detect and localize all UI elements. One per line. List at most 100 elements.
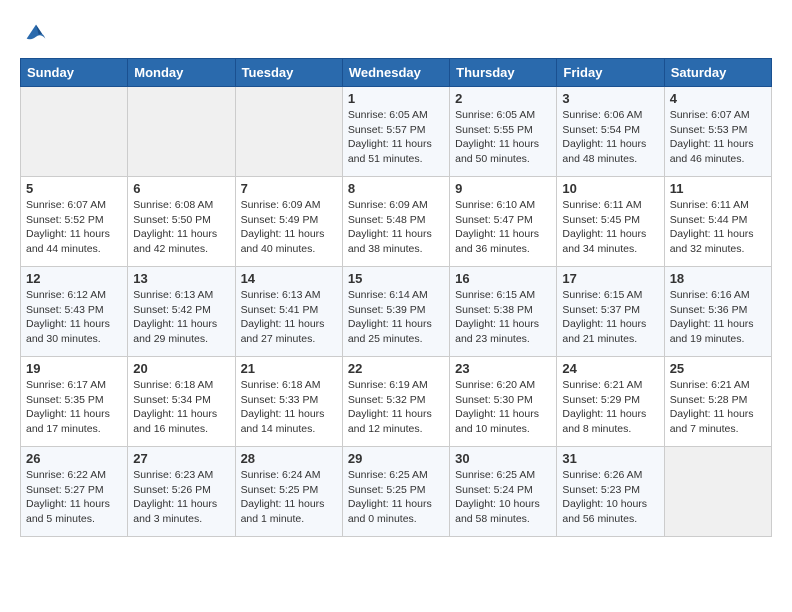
calendar-cell: 10 Sunrise: 6:11 AM Sunset: 5:45 PM Dayli…: [557, 177, 664, 267]
day-number: 28: [241, 451, 337, 466]
calendar-cell: 11Sunrise: 6:11 AM Sunset: 5:44 PM Dayli…: [664, 177, 771, 267]
day-info: Sunrise: 6:07 AM Sunset: 5:52 PM Dayligh…: [26, 198, 122, 257]
day-info: Sunrise: 6:26 AM Sunset: 5:23 PM Dayligh…: [562, 468, 658, 527]
calendar-cell: 3Sunrise: 6:06 AM Sunset: 5:54 PM Daylig…: [557, 87, 664, 177]
day-number: 24: [562, 361, 658, 376]
weekday-header-friday: Friday: [557, 59, 664, 87]
day-number: 20: [133, 361, 229, 376]
calendar-cell: 22 Sunrise: 6:19 AM Sunset: 5:32 PM Dayli…: [342, 357, 449, 447]
calendar-cell: 28 Sunrise: 6:24 AM Sunset: 5:25 PM Dayli…: [235, 447, 342, 537]
calendar-cell: 18 Sunrise: 6:16 AM Sunset: 5:36 PM Dayli…: [664, 267, 771, 357]
day-info: Sunrise: 6:15 AM Sunset: 5:37 PM Dayligh…: [562, 288, 658, 347]
day-info: Sunrise: 6:11 AM Sunset: 5:45 PM Dayligh…: [562, 198, 658, 257]
calendar-cell: 4 Sunrise: 6:07 AM Sunset: 5:53 PM Daylig…: [664, 87, 771, 177]
weekday-header-thursday: Thursday: [450, 59, 557, 87]
day-info: Sunrise: 6:12 AM Sunset: 5:43 PM Dayligh…: [26, 288, 122, 347]
day-number: 25: [670, 361, 766, 376]
weekday-header-tuesday: Tuesday: [235, 59, 342, 87]
calendar-cell: 29 Sunrise: 6:25 AM Sunset: 5:25 PM Dayli…: [342, 447, 449, 537]
day-info: Sunrise: 6:25 AM Sunset: 5:24 PM Dayligh…: [455, 468, 551, 527]
calendar-cell: 20 Sunrise: 6:18 AM Sunset: 5:34 PM Dayli…: [128, 357, 235, 447]
day-info: Sunrise: 6:24 AM Sunset: 5:25 PM Dayligh…: [241, 468, 337, 527]
day-info: Sunrise: 6:10 AM Sunset: 5:47 PM Dayligh…: [455, 198, 551, 257]
calendar-cell: 23 Sunrise: 6:20 AM Sunset: 5:30 PM Dayli…: [450, 357, 557, 447]
day-number: 4: [670, 91, 766, 106]
calendar-cell: 17 Sunrise: 6:15 AM Sunset: 5:37 PM Dayli…: [557, 267, 664, 357]
calendar-cell: 31 Sunrise: 6:26 AM Sunset: 5:23 PM Dayli…: [557, 447, 664, 537]
calendar-cell: 19 Sunrise: 6:17 AM Sunset: 5:35 PM Dayli…: [21, 357, 128, 447]
page-header: [20, 20, 772, 48]
day-info: Sunrise: 6:15 AM Sunset: 5:38 PM Dayligh…: [455, 288, 551, 347]
calendar-cell: 7 Sunrise: 6:09 AM Sunset: 5:49 PM Daylig…: [235, 177, 342, 267]
day-number: 10: [562, 181, 658, 196]
day-number: 5: [26, 181, 122, 196]
calendar-table: SundayMondayTuesdayWednesdayThursdayFrid…: [20, 58, 772, 537]
day-number: 26: [26, 451, 122, 466]
weekday-header-wednesday: Wednesday: [342, 59, 449, 87]
day-number: 1: [348, 91, 444, 106]
calendar-cell: 16 Sunrise: 6:15 AM Sunset: 5:38 PM Dayli…: [450, 267, 557, 357]
day-number: 11: [670, 181, 766, 196]
day-info: Sunrise: 6:18 AM Sunset: 5:34 PM Dayligh…: [133, 378, 229, 437]
day-number: 30: [455, 451, 551, 466]
day-info: Sunrise: 6:20 AM Sunset: 5:30 PM Dayligh…: [455, 378, 551, 437]
day-number: 16: [455, 271, 551, 286]
calendar-cell: 9 Sunrise: 6:10 AM Sunset: 5:47 PM Daylig…: [450, 177, 557, 267]
calendar-cell: 21Sunrise: 6:18 AM Sunset: 5:33 PM Dayli…: [235, 357, 342, 447]
day-number: 7: [241, 181, 337, 196]
calendar-cell: [664, 447, 771, 537]
day-info: Sunrise: 6:08 AM Sunset: 5:50 PM Dayligh…: [133, 198, 229, 257]
calendar-cell: 12 Sunrise: 6:12 AM Sunset: 5:43 PM Dayli…: [21, 267, 128, 357]
day-number: 9: [455, 181, 551, 196]
day-info: Sunrise: 6:06 AM Sunset: 5:54 PM Dayligh…: [562, 108, 658, 167]
calendar-cell: 30 Sunrise: 6:25 AM Sunset: 5:24 PM Dayli…: [450, 447, 557, 537]
day-number: 15: [348, 271, 444, 286]
day-info: Sunrise: 6:13 AM Sunset: 5:41 PM Dayligh…: [241, 288, 337, 347]
day-info: Sunrise: 6:07 AM Sunset: 5:53 PM Dayligh…: [670, 108, 766, 167]
day-number: 13: [133, 271, 229, 286]
day-info: Sunrise: 6:14 AM Sunset: 5:39 PM Dayligh…: [348, 288, 444, 347]
day-number: 17: [562, 271, 658, 286]
logo: [20, 20, 50, 48]
day-number: 6: [133, 181, 229, 196]
calendar-cell: [128, 87, 235, 177]
day-number: 14: [241, 271, 337, 286]
calendar-cell: [21, 87, 128, 177]
day-info: Sunrise: 6:17 AM Sunset: 5:35 PM Dayligh…: [26, 378, 122, 437]
day-info: Sunrise: 6:19 AM Sunset: 5:32 PM Dayligh…: [348, 378, 444, 437]
day-info: Sunrise: 6:21 AM Sunset: 5:29 PM Dayligh…: [562, 378, 658, 437]
calendar-cell: 1 Sunrise: 6:05 AM Sunset: 5:57 PM Daylig…: [342, 87, 449, 177]
calendar-cell: 14 Sunrise: 6:13 AM Sunset: 5:41 PM Dayli…: [235, 267, 342, 357]
day-info: Sunrise: 6:21 AM Sunset: 5:28 PM Dayligh…: [670, 378, 766, 437]
calendar-cell: 27Sunrise: 6:23 AM Sunset: 5:26 PM Dayli…: [128, 447, 235, 537]
day-info: Sunrise: 6:23 AM Sunset: 5:26 PM Dayligh…: [133, 468, 229, 527]
day-number: 31: [562, 451, 658, 466]
day-number: 8: [348, 181, 444, 196]
day-number: 12: [26, 271, 122, 286]
day-number: 18: [670, 271, 766, 286]
day-number: 19: [26, 361, 122, 376]
calendar-cell: 13 Sunrise: 6:13 AM Sunset: 5:42 PM Dayli…: [128, 267, 235, 357]
day-number: 2: [455, 91, 551, 106]
day-info: Sunrise: 6:09 AM Sunset: 5:49 PM Dayligh…: [241, 198, 337, 257]
day-number: 22: [348, 361, 444, 376]
day-info: Sunrise: 6:05 AM Sunset: 5:55 PM Dayligh…: [455, 108, 551, 167]
calendar-cell: 26 Sunrise: 6:22 AM Sunset: 5:27 PM Dayli…: [21, 447, 128, 537]
day-number: 23: [455, 361, 551, 376]
weekday-header-sunday: Sunday: [21, 59, 128, 87]
calendar-cell: 24 Sunrise: 6:21 AM Sunset: 5:29 PM Dayli…: [557, 357, 664, 447]
day-info: Sunrise: 6:22 AM Sunset: 5:27 PM Dayligh…: [26, 468, 122, 527]
weekday-header-monday: Monday: [128, 59, 235, 87]
calendar-cell: 25 Sunrise: 6:21 AM Sunset: 5:28 PM Dayli…: [664, 357, 771, 447]
day-number: 29: [348, 451, 444, 466]
day-info: Sunrise: 6:13 AM Sunset: 5:42 PM Dayligh…: [133, 288, 229, 347]
day-info: Sunrise: 6:09 AM Sunset: 5:48 PM Dayligh…: [348, 198, 444, 257]
day-info: Sunrise: 6:25 AM Sunset: 5:25 PM Dayligh…: [348, 468, 444, 527]
logo-icon: [22, 20, 50, 48]
day-number: 21: [241, 361, 337, 376]
calendar-cell: 2 Sunrise: 6:05 AM Sunset: 5:55 PM Daylig…: [450, 87, 557, 177]
day-info: Sunrise: 6:16 AM Sunset: 5:36 PM Dayligh…: [670, 288, 766, 347]
day-info: Sunrise: 6:05 AM Sunset: 5:57 PM Dayligh…: [348, 108, 444, 167]
calendar-cell: 6 Sunrise: 6:08 AM Sunset: 5:50 PM Daylig…: [128, 177, 235, 267]
calendar-cell: [235, 87, 342, 177]
